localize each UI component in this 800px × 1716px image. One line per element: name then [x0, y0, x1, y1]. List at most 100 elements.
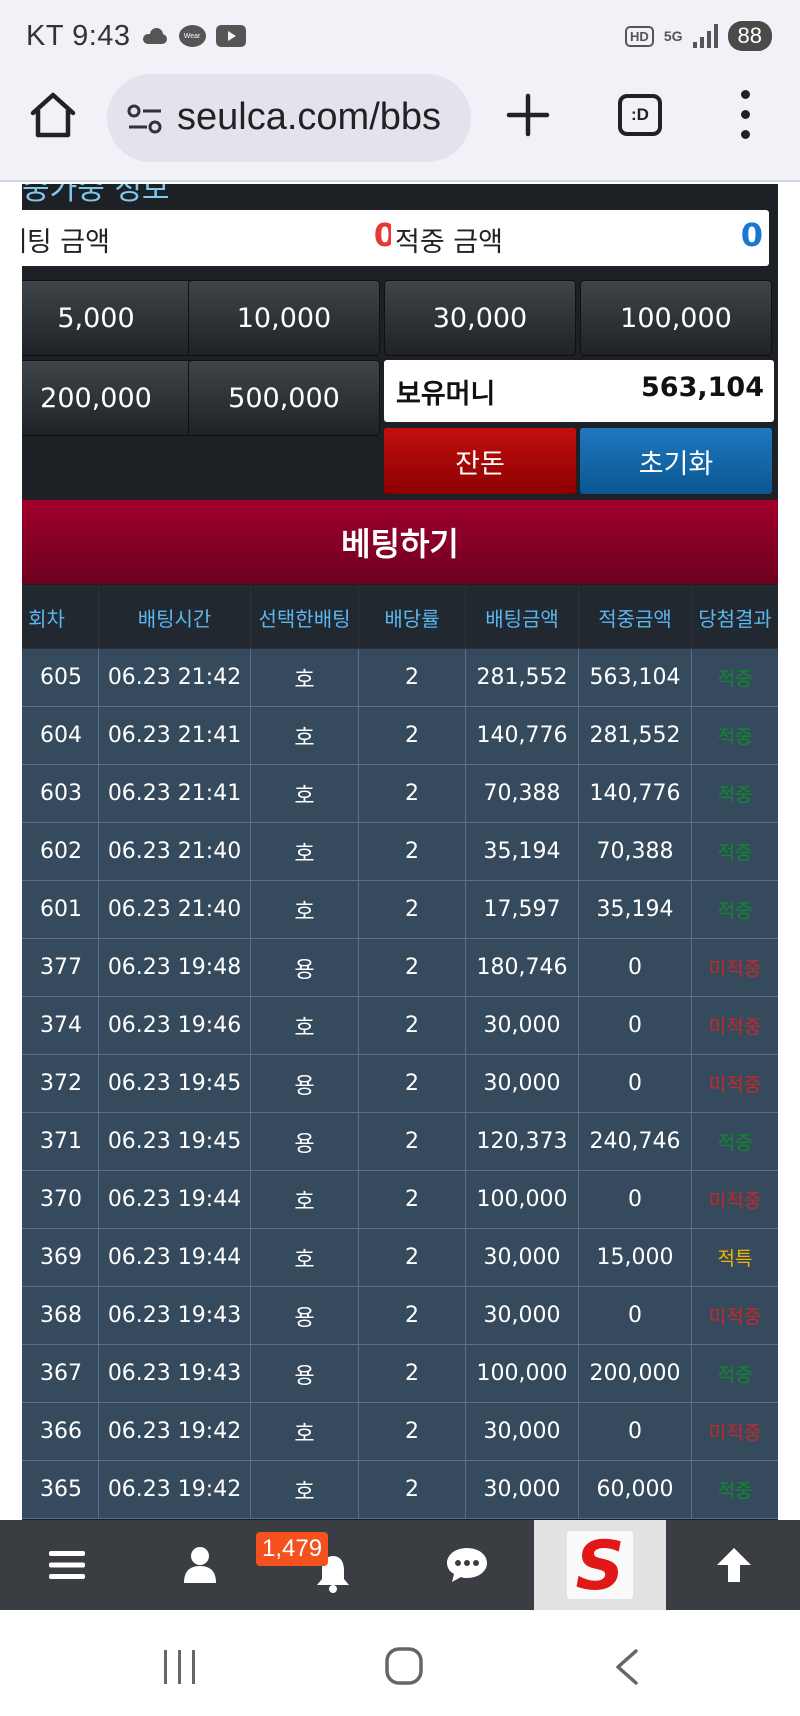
chip-10000-button[interactable]: 10,000 — [188, 280, 380, 356]
chip-500000-button[interactable]: 500,000 — [188, 360, 380, 436]
home-icon[interactable] — [28, 90, 78, 140]
round-cell: 603 — [22, 764, 99, 823]
section-heading: 중가중 정보 — [22, 184, 170, 207]
bet-amount-box: 베팅 금액 0 — [22, 210, 402, 266]
round-cell: 372 — [22, 1054, 99, 1113]
scroll-top-button[interactable] — [667, 1520, 800, 1610]
win-amount-cell: 140,776 — [578, 764, 692, 823]
table-row: 604 06.23 21:41 호 2 140,776 281,552 적중 — [22, 706, 778, 765]
bet-amount-cell: 17,597 — [465, 880, 579, 939]
bet-amount-cell: 30,000 — [465, 1460, 579, 1519]
site-bottom-nav: 1,479 S — [0, 1520, 800, 1610]
signal-icon — [692, 24, 718, 48]
table-row: 368 06.23 19:43 용 2 30,000 0 미적중 — [22, 1286, 778, 1345]
odds-cell: 2 — [358, 1460, 466, 1519]
more-menu-icon[interactable] — [734, 88, 758, 142]
balance-box: 보유머니 563,104 — [384, 360, 774, 422]
result-cell: 적중 — [691, 822, 778, 881]
time-cell: 06.23 19:43 — [98, 1344, 251, 1403]
site-logo-button[interactable]: S — [534, 1520, 666, 1610]
round-cell: 370 — [22, 1170, 99, 1229]
win-amount-cell: 70,388 — [578, 822, 692, 881]
chip-5000-button[interactable]: 5,000 — [22, 280, 192, 356]
win-amount-cell: 240,746 — [578, 1112, 692, 1171]
table-row: 603 06.23 21:41 호 2 70,388 140,776 적중 — [22, 764, 778, 823]
round-cell: 604 — [22, 706, 99, 765]
win-amount-cell: 60,000 — [578, 1460, 692, 1519]
column-header-odds: 배당률 — [358, 586, 466, 649]
time-cell: 06.23 19:42 — [98, 1460, 251, 1519]
chip-30000-button[interactable]: 30,000 — [384, 280, 576, 356]
tab-switcher-button[interactable]: :D — [618, 94, 662, 136]
chip-200000-button[interactable]: 200,000 — [22, 360, 192, 436]
result-cell: 미적중 — [691, 1054, 778, 1113]
table-row: 367 06.23 19:43 용 2 100,000 200,000 적중 — [22, 1344, 778, 1403]
account-button[interactable] — [133, 1520, 266, 1610]
win-amount-cell: 0 — [578, 1402, 692, 1461]
status-right: HD 5G 88 — [625, 18, 772, 54]
chat-icon — [446, 1548, 487, 1582]
result-cell: 적중 — [691, 1112, 778, 1171]
url-text[interactable]: seulca.com/bbs — [177, 96, 441, 139]
pick-cell: 호 — [250, 1170, 359, 1229]
hd-voice-icon: HD — [625, 25, 654, 47]
site-logo: S — [567, 1527, 633, 1603]
win-amount-cell: 563,104 — [578, 648, 692, 707]
time-cell: 06.23 19:43 — [98, 1286, 251, 1345]
odds-cell: 2 — [358, 938, 466, 997]
round-cell: 602 — [22, 822, 99, 881]
wear-icon: Wear — [178, 25, 206, 47]
odds-cell: 2 — [358, 706, 466, 765]
round-cell: 377 — [22, 938, 99, 997]
win-amount-cell: 0 — [578, 938, 692, 997]
pick-cell: 호 — [250, 1402, 359, 1461]
round-cell: 601 — [22, 880, 99, 939]
odds-cell: 2 — [358, 764, 466, 823]
betting-history-table: 회차 배팅시간 선택한배팅 배당률 배팅금액 적중금액 당첨결과 605 06.2… — [22, 586, 778, 1519]
bet-amount-cell: 120,373 — [465, 1112, 579, 1171]
pick-cell: 호 — [250, 1460, 359, 1519]
user-icon — [183, 1547, 216, 1583]
pick-cell: 호 — [250, 996, 359, 1055]
win-amount-cell: 200,000 — [578, 1344, 692, 1403]
betting-page: 중가중 정보 베팅 금액 0 적중 금액 0 5,000 10,000 30,0… — [22, 184, 778, 1520]
back-icon[interactable] — [612, 1648, 642, 1686]
time-cell: 06.23 19:48 — [98, 938, 251, 997]
result-cell: 미적중 — [691, 1402, 778, 1461]
site-settings-icon[interactable] — [127, 104, 163, 134]
recent-apps-icon[interactable] — [160, 1648, 200, 1686]
win-amount-cell: 35,194 — [578, 880, 692, 939]
menu-button[interactable] — [0, 1520, 133, 1610]
address-bar[interactable]: seulca.com/bbs — [107, 74, 471, 162]
result-cell: 적중 — [691, 1460, 778, 1519]
column-header-win: 적중금액 — [578, 586, 692, 649]
bet-amount-cell: 30,000 — [465, 1402, 579, 1461]
time-cell: 06.23 19:44 — [98, 1228, 251, 1287]
time-cell: 06.23 19:42 — [98, 1402, 251, 1461]
odds-cell: 2 — [358, 1228, 466, 1287]
cloud-icon — [141, 28, 169, 44]
bet-amount-cell: 180,746 — [465, 938, 579, 997]
win-amount-label: 적중 금액 — [395, 227, 503, 258]
odds-cell: 2 — [358, 1402, 466, 1461]
notification-count-badge: 1,479 — [256, 1532, 329, 1566]
bet-amount-cell: 30,000 — [465, 1228, 579, 1287]
chat-button[interactable] — [400, 1520, 533, 1610]
result-cell: 적중 — [691, 764, 778, 823]
reset-button[interactable]: 초기화 — [580, 428, 772, 494]
bet-amount-cell: 30,000 — [465, 996, 579, 1055]
chip-100000-button[interactable]: 100,000 — [580, 280, 772, 356]
change-button[interactable]: 잔돈 — [384, 428, 576, 494]
place-bet-button[interactable]: 베팅하기 — [22, 500, 778, 584]
win-amount-cell: 0 — [578, 996, 692, 1055]
bet-amount-cell: 30,000 — [465, 1286, 579, 1345]
table-header-row: 회차 배팅시간 선택한배팅 배당률 배팅금액 적중금액 당첨결과 — [22, 586, 778, 649]
new-tab-icon[interactable] — [505, 92, 551, 138]
menu-icon — [48, 1551, 85, 1579]
time-cell: 06.23 19:45 — [98, 1112, 251, 1171]
home-nav-icon[interactable] — [384, 1646, 424, 1686]
table-row: 369 06.23 19:44 호 2 30,000 15,000 적특 — [22, 1228, 778, 1287]
round-cell: 374 — [22, 996, 99, 1055]
column-header-bet: 배팅금액 — [465, 586, 579, 649]
table-row: 372 06.23 19:45 용 2 30,000 0 미적중 — [22, 1054, 778, 1113]
